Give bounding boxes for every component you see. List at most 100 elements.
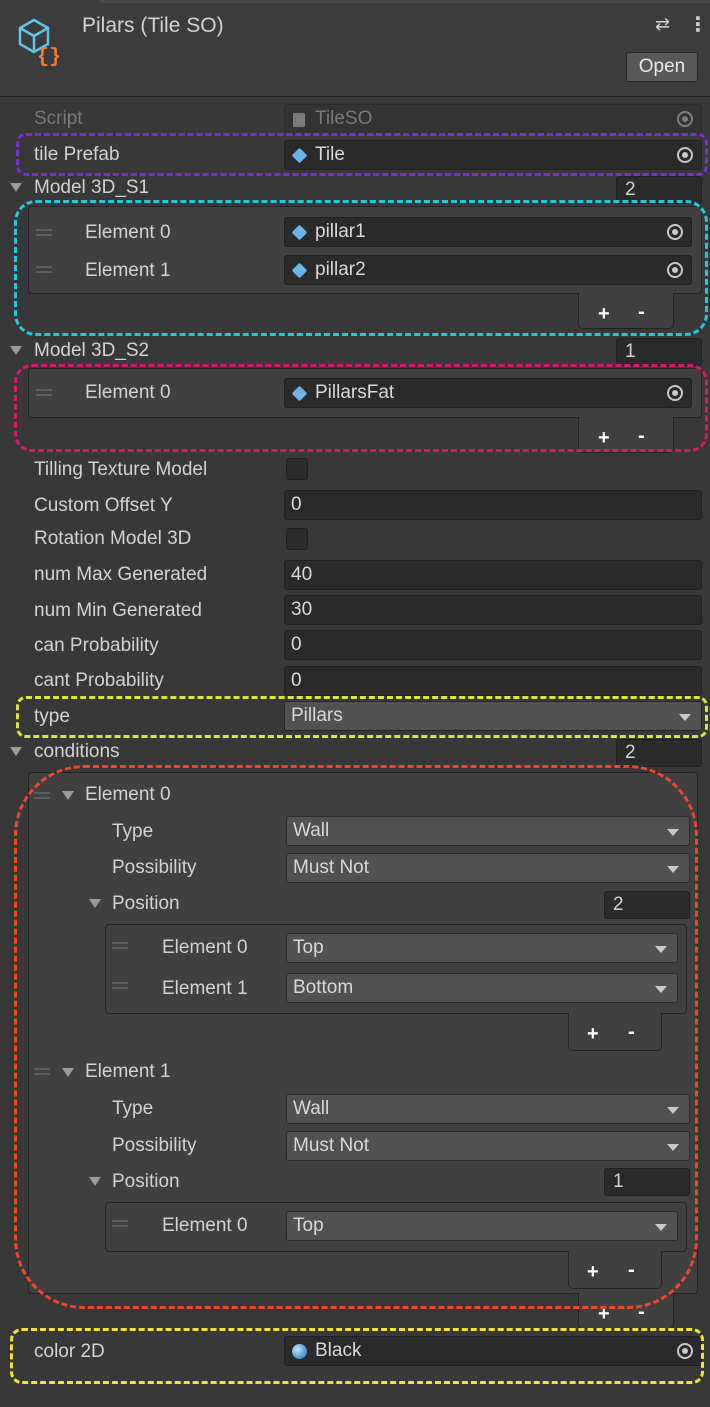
model-s1-element-1-field[interactable]: pillar2 — [284, 255, 692, 285]
remove-element-button[interactable]: - — [638, 426, 645, 446]
add-element-button[interactable]: + — [587, 1262, 599, 1282]
drag-handle-icon[interactable] — [112, 982, 128, 989]
condition-1-position-list-footer — [568, 1251, 662, 1289]
object-picker-icon[interactable] — [677, 147, 693, 163]
object-picker-icon[interactable] — [667, 385, 683, 401]
model-s2-list-footer — [578, 417, 674, 453]
num-max-field[interactable]: 40 — [284, 560, 702, 590]
condition-1-position-0-label: Element 0 — [162, 1215, 248, 1236]
condition-0-position-1-value: Bottom — [293, 977, 354, 998]
condition-0-possibility-label: Possibility — [112, 857, 197, 878]
chevron-down-icon — [679, 714, 691, 721]
model-s2-label[interactable]: Model 3D_S2 — [34, 340, 149, 362]
open-button[interactable]: Open — [626, 52, 698, 82]
can-probability-label: can Probability — [34, 635, 159, 656]
tilling-texture-checkbox[interactable] — [286, 458, 308, 480]
foldout-arrow-icon[interactable] — [10, 747, 22, 756]
drag-handle-icon[interactable] — [36, 229, 52, 236]
condition-1-position-label[interactable]: Position — [112, 1171, 180, 1193]
remove-element-button[interactable]: - — [638, 302, 645, 322]
condition-0-position-0-dropdown[interactable]: Top — [286, 933, 678, 963]
add-element-button[interactable]: + — [598, 428, 610, 448]
drag-handle-icon[interactable] — [112, 1220, 128, 1227]
type-dropdown[interactable]: Pillars — [284, 701, 702, 731]
model-s1-list-footer — [578, 293, 674, 329]
foldout-arrow-icon[interactable] — [62, 1068, 74, 1077]
offset-y-field[interactable]: 0 — [284, 490, 702, 520]
object-picker-icon[interactable] — [677, 1343, 693, 1359]
condition-0-position-list-footer — [568, 1013, 662, 1051]
condition-0-type-dropdown[interactable]: Wall — [286, 816, 690, 846]
prefab-cube-icon — [291, 224, 308, 241]
condition-1-position-size-field[interactable]: 1 — [604, 1168, 690, 1196]
preset-sliders-icon[interactable]: ⇄ — [655, 14, 670, 35]
rotation-checkbox[interactable] — [286, 528, 308, 550]
foldout-arrow-icon[interactable] — [10, 346, 22, 355]
model-s2-element-0-field[interactable]: PillarsFat — [284, 378, 692, 408]
drag-handle-icon[interactable] — [112, 942, 128, 949]
conditions-label[interactable]: conditions — [34, 741, 120, 763]
remove-element-button[interactable]: - — [628, 1022, 635, 1042]
condition-0-position-label[interactable]: Position — [112, 893, 180, 915]
color-2d-field[interactable]: Black — [284, 1336, 702, 1366]
add-element-button[interactable]: + — [587, 1024, 599, 1044]
condition-0-type-value: Wall — [293, 820, 330, 841]
model-s1-element-1-value: pillar2 — [315, 259, 366, 280]
object-picker-icon — [677, 111, 693, 127]
condition-0-position-1-dropdown[interactable]: Bottom — [286, 973, 678, 1003]
condition-1-position-0-dropdown[interactable]: Top — [286, 1211, 678, 1241]
chevron-down-icon — [655, 946, 667, 953]
condition-1-possibility-dropdown[interactable]: Must Not — [286, 1131, 690, 1161]
kebab-menu-icon[interactable]: ⋮ — [688, 12, 708, 37]
can-probability-field[interactable]: 0 — [284, 630, 702, 660]
model-s1-label[interactable]: Model 3D_S1 — [34, 177, 149, 199]
model-s2-element-0-label: Element 0 — [85, 382, 171, 403]
model-s1-element-0-field[interactable]: pillar1 — [284, 217, 692, 247]
num-min-field[interactable]: 30 — [284, 595, 702, 625]
scriptable-object-icon: {} — [18, 18, 61, 66]
condition-1-position-0-value: Top — [293, 1215, 324, 1236]
conditions-list-footer — [578, 1293, 674, 1329]
tilling-texture-label: Tilling Texture Model — [34, 459, 208, 480]
condition-1-type-dropdown[interactable]: Wall — [286, 1094, 690, 1124]
object-picker-icon[interactable] — [667, 262, 683, 278]
drag-handle-icon[interactable] — [34, 792, 50, 799]
condition-0-type-label: Type — [112, 821, 154, 842]
conditions-size-field[interactable]: 2 — [616, 739, 702, 767]
svg-text:{}: {} — [37, 46, 61, 66]
condition-0-label[interactable]: Element 0 — [85, 784, 171, 806]
condition-1-label[interactable]: Element 1 — [85, 1061, 171, 1083]
drag-handle-icon[interactable] — [36, 266, 52, 273]
foldout-arrow-icon[interactable] — [62, 791, 74, 800]
color-2d-label: color 2D — [34, 1341, 105, 1362]
object-picker-icon[interactable] — [667, 224, 683, 240]
script-label: Script — [34, 108, 83, 129]
condition-0-possibility-value: Must Not — [293, 857, 370, 878]
remove-element-button[interactable]: - — [628, 1260, 635, 1280]
prefab-cube-icon — [291, 385, 308, 402]
model-s1-size-field[interactable]: 2 — [616, 176, 702, 204]
script-value: TileSO — [315, 108, 373, 129]
add-element-button[interactable]: + — [598, 1304, 610, 1324]
foldout-arrow-icon[interactable] — [89, 1177, 101, 1186]
cant-probability-field[interactable]: 0 — [284, 666, 702, 696]
condition-0-possibility-dropdown[interactable]: Must Not — [286, 853, 690, 883]
model-s2-size-field[interactable]: 1 — [616, 338, 702, 366]
tile-prefab-field[interactable]: Tile — [284, 140, 702, 170]
color-2d-value: Black — [315, 1340, 362, 1361]
foldout-arrow-icon[interactable] — [89, 899, 101, 908]
condition-1-type-value: Wall — [293, 1098, 330, 1119]
inspector-title: Pilars (Tile SO) — [82, 14, 224, 37]
model-s1-element-0-label: Element 0 — [85, 222, 171, 243]
condition-0-position-size-field[interactable]: 2 — [604, 891, 690, 919]
drag-handle-icon[interactable] — [34, 1068, 50, 1075]
cant-probability-label: cant Probability — [34, 670, 164, 691]
script-file-icon — [293, 113, 305, 127]
foldout-arrow-icon[interactable] — [10, 183, 22, 192]
chevron-down-icon — [655, 1224, 667, 1231]
material-sphere-icon — [292, 1344, 307, 1359]
drag-handle-icon[interactable] — [36, 389, 52, 396]
remove-element-button[interactable]: - — [638, 1302, 645, 1322]
add-element-button[interactable]: + — [598, 304, 610, 324]
condition-1-possibility-value: Must Not — [293, 1135, 370, 1156]
